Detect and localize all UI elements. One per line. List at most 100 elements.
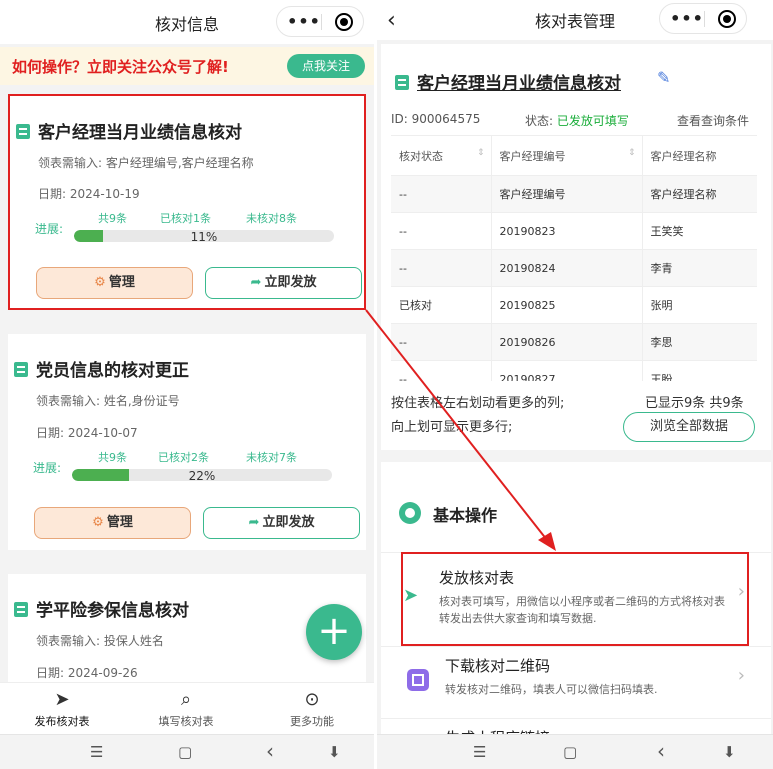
card-date: 日期: 2024-10-07 xyxy=(36,426,138,440)
form-title: 客户经理当月业绩信息核对 xyxy=(395,69,621,94)
progress-percent: 22% xyxy=(188,469,216,483)
table-row[interactable]: -- 20190827 王盼 xyxy=(391,360,757,381)
op-description: 转发核对二维码，填表人可以微信扫码填表. xyxy=(445,683,658,696)
tab-label: 更多功能 xyxy=(290,715,334,728)
mini-program-capsule[interactable]: ••• xyxy=(276,6,364,37)
card-title: 客户经理当月业绩信息核对 xyxy=(16,118,242,143)
close-target-icon[interactable] xyxy=(335,13,353,31)
back-icon[interactable]: ‹ xyxy=(657,739,665,763)
progress-percent: 11% xyxy=(190,230,218,244)
gear-icon: ⚙ xyxy=(94,275,106,290)
android-nav-bar: ☰ ▢ ‹ ⬇ xyxy=(0,734,374,769)
checked-count: 已核对2条 xyxy=(158,451,209,464)
send-now-button[interactable]: ➦ 立即发放 xyxy=(205,267,362,299)
right-header: ‹ 核对表管理 ••• xyxy=(377,0,773,40)
checklist-card[interactable]: 党员信息的核对更正 领表需输入: 姓名,身份证号 日期: 2024-10-07 … xyxy=(8,334,366,550)
card-title: 学平险参保信息核对 xyxy=(14,596,189,621)
required-fields: 领表需输入: 投保人姓名 xyxy=(36,634,164,648)
add-button[interactable]: + xyxy=(306,604,362,660)
manage-button[interactable]: ⚙ 管理 xyxy=(36,267,193,299)
table-row[interactable]: -- 20190826 李思 xyxy=(391,323,757,361)
op-download-qrcode[interactable]: 下载核对二维码 转发核对二维码，填表人可以微信扫码填表. › xyxy=(381,646,771,726)
list-icon xyxy=(395,75,409,90)
share-arrow-icon: ➦ xyxy=(248,515,260,530)
checked-count: 已核对1条 xyxy=(160,212,211,225)
form-status: 状态: 已发放可填写 xyxy=(525,114,629,128)
manage-button[interactable]: ⚙ 管理 xyxy=(34,507,191,539)
required-fields: 领表需输入: 客户经理编号,客户经理名称 xyxy=(38,156,254,170)
table-row[interactable]: -- 20190824 李青 xyxy=(391,249,757,287)
total-count: 共9条 xyxy=(98,451,127,464)
sort-icon: ⇕ xyxy=(476,147,485,158)
back-icon[interactable]: ‹ xyxy=(266,739,274,763)
android-nav-bar: ☰ ▢ ‹ ⬇ xyxy=(377,734,773,769)
tab-publish[interactable]: ➤ 发布核对表 xyxy=(0,689,124,729)
collapse-icon[interactable]: ⬇ xyxy=(328,743,341,761)
close-target-icon[interactable] xyxy=(718,10,736,28)
total-count: 共9条 xyxy=(98,212,127,225)
progress-label: 进展: xyxy=(33,461,62,475)
tab-label: 填写核对表 xyxy=(158,715,214,728)
form-id: ID: 900064575 xyxy=(391,112,481,126)
paper-plane-icon: ➤ xyxy=(54,689,70,710)
data-table: 核对状态 ⇕ 客户经理编号 ⇕ 客户经理名称 -- 客户经理编号 客户经理名称 -- 20… xyxy=(391,135,757,381)
tab-more[interactable]: ⊙ 更多功能 xyxy=(250,689,374,729)
capsule-divider xyxy=(704,11,705,27)
table-row[interactable]: -- 20190823 王笑笑 xyxy=(391,212,757,250)
table-row[interactable]: -- 客户经理编号 客户经理名称 xyxy=(391,175,757,213)
checklist-card[interactable]: 客户经理当月业绩信息核对 领表需输入: 客户经理编号,客户经理名称 日期: 20… xyxy=(8,94,366,310)
more-circle-icon: ⊙ xyxy=(304,689,320,710)
scroll-rows-tip: 向上划可显示更多行; xyxy=(391,420,513,435)
card-date: 日期: 2024-09-26 xyxy=(36,666,138,680)
right-screen: ‹ 核对表管理 ••• 客户经理当月业绩信息核对 ✎ ID: 900064575… xyxy=(377,0,773,769)
scroll-columns-tip: 按住表格左右划动看更多的列; xyxy=(391,396,565,411)
left-screen: 核对信息 ••• 如何操作？立即关注公众号了解! 点我关注 客户经理当月业绩信息… xyxy=(0,0,374,769)
data-table-viewport[interactable]: 核对状态 ⇕ 客户经理编号 ⇕ 客户经理名称 -- 客户经理编号 客户经理名称 -- 20… xyxy=(391,135,757,381)
column-header[interactable]: 客户经理名称 xyxy=(641,135,757,176)
table-header-row: 核对状态 ⇕ 客户经理编号 ⇕ 客户经理名称 xyxy=(391,135,757,176)
column-header[interactable]: 核对状态 ⇕ xyxy=(391,135,491,176)
basic-operations-panel: 基本操作 ➤ 发放核对表 核对表可填写，用微信以小程序或者二维码的方式将核对表转… xyxy=(381,462,771,747)
operations-icon xyxy=(399,502,421,524)
list-icon xyxy=(14,602,28,617)
card-title: 党员信息的核对更正 xyxy=(14,356,189,381)
more-icon[interactable]: ••• xyxy=(670,9,704,28)
tab-fill[interactable]: ⌕ 填写核对表 xyxy=(124,689,248,729)
row-count: 已显示9条 共9条 xyxy=(645,396,744,411)
progress-label: 进展: xyxy=(35,222,64,236)
gear-icon: ⚙ xyxy=(92,515,104,530)
list-icon xyxy=(14,362,28,377)
view-query-link[interactable]: 查看查询条件 xyxy=(677,112,749,129)
menu-icon[interactable]: ☰ xyxy=(473,743,486,761)
collapse-icon[interactable]: ⬇ xyxy=(723,743,736,761)
op-name: 下载核对二维码 xyxy=(445,657,551,675)
more-icon[interactable]: ••• xyxy=(287,12,321,31)
home-icon[interactable]: ▢ xyxy=(178,743,192,761)
table-row[interactable]: 已核对 20190825 张明 xyxy=(391,286,757,324)
mini-program-capsule[interactable]: ••• xyxy=(659,3,747,34)
highlight-box xyxy=(401,552,749,646)
banner-text: 如何操作？立即关注公众号了解! xyxy=(12,58,229,76)
pending-count: 未核对8条 xyxy=(246,212,297,225)
pending-count: 未核对7条 xyxy=(246,451,297,464)
send-now-button[interactable]: ➦ 立即发放 xyxy=(203,507,360,539)
home-icon[interactable]: ▢ xyxy=(563,743,577,761)
qrcode-icon xyxy=(407,669,429,691)
follow-button[interactable]: 点我关注 xyxy=(287,54,365,78)
sort-icon: ⇕ xyxy=(627,147,636,158)
bottom-tab-bar: ➤ 发布核对表 ⌕ 填写核对表 ⊙ 更多功能 xyxy=(0,682,374,734)
share-arrow-icon: ➦ xyxy=(250,275,262,290)
tab-label: 发布核对表 xyxy=(34,715,90,728)
operations-title: 基本操作 xyxy=(433,506,498,525)
menu-icon[interactable]: ☰ xyxy=(90,743,103,761)
search-icon: ⌕ xyxy=(180,689,192,710)
view-all-button[interactable]: 浏览全部数据 xyxy=(623,412,755,442)
column-header[interactable]: 客户经理编号 ⇕ xyxy=(490,135,642,176)
edit-icon[interactable]: ✎ xyxy=(657,68,670,87)
chevron-right-icon: › xyxy=(737,665,745,686)
left-header: 核对信息 ••• xyxy=(0,0,374,44)
follow-banner: 如何操作？立即关注公众号了解! 点我关注 xyxy=(0,47,374,85)
card-date: 日期: 2024-10-19 xyxy=(38,187,140,201)
list-icon xyxy=(16,124,30,139)
capsule-divider xyxy=(321,14,322,30)
